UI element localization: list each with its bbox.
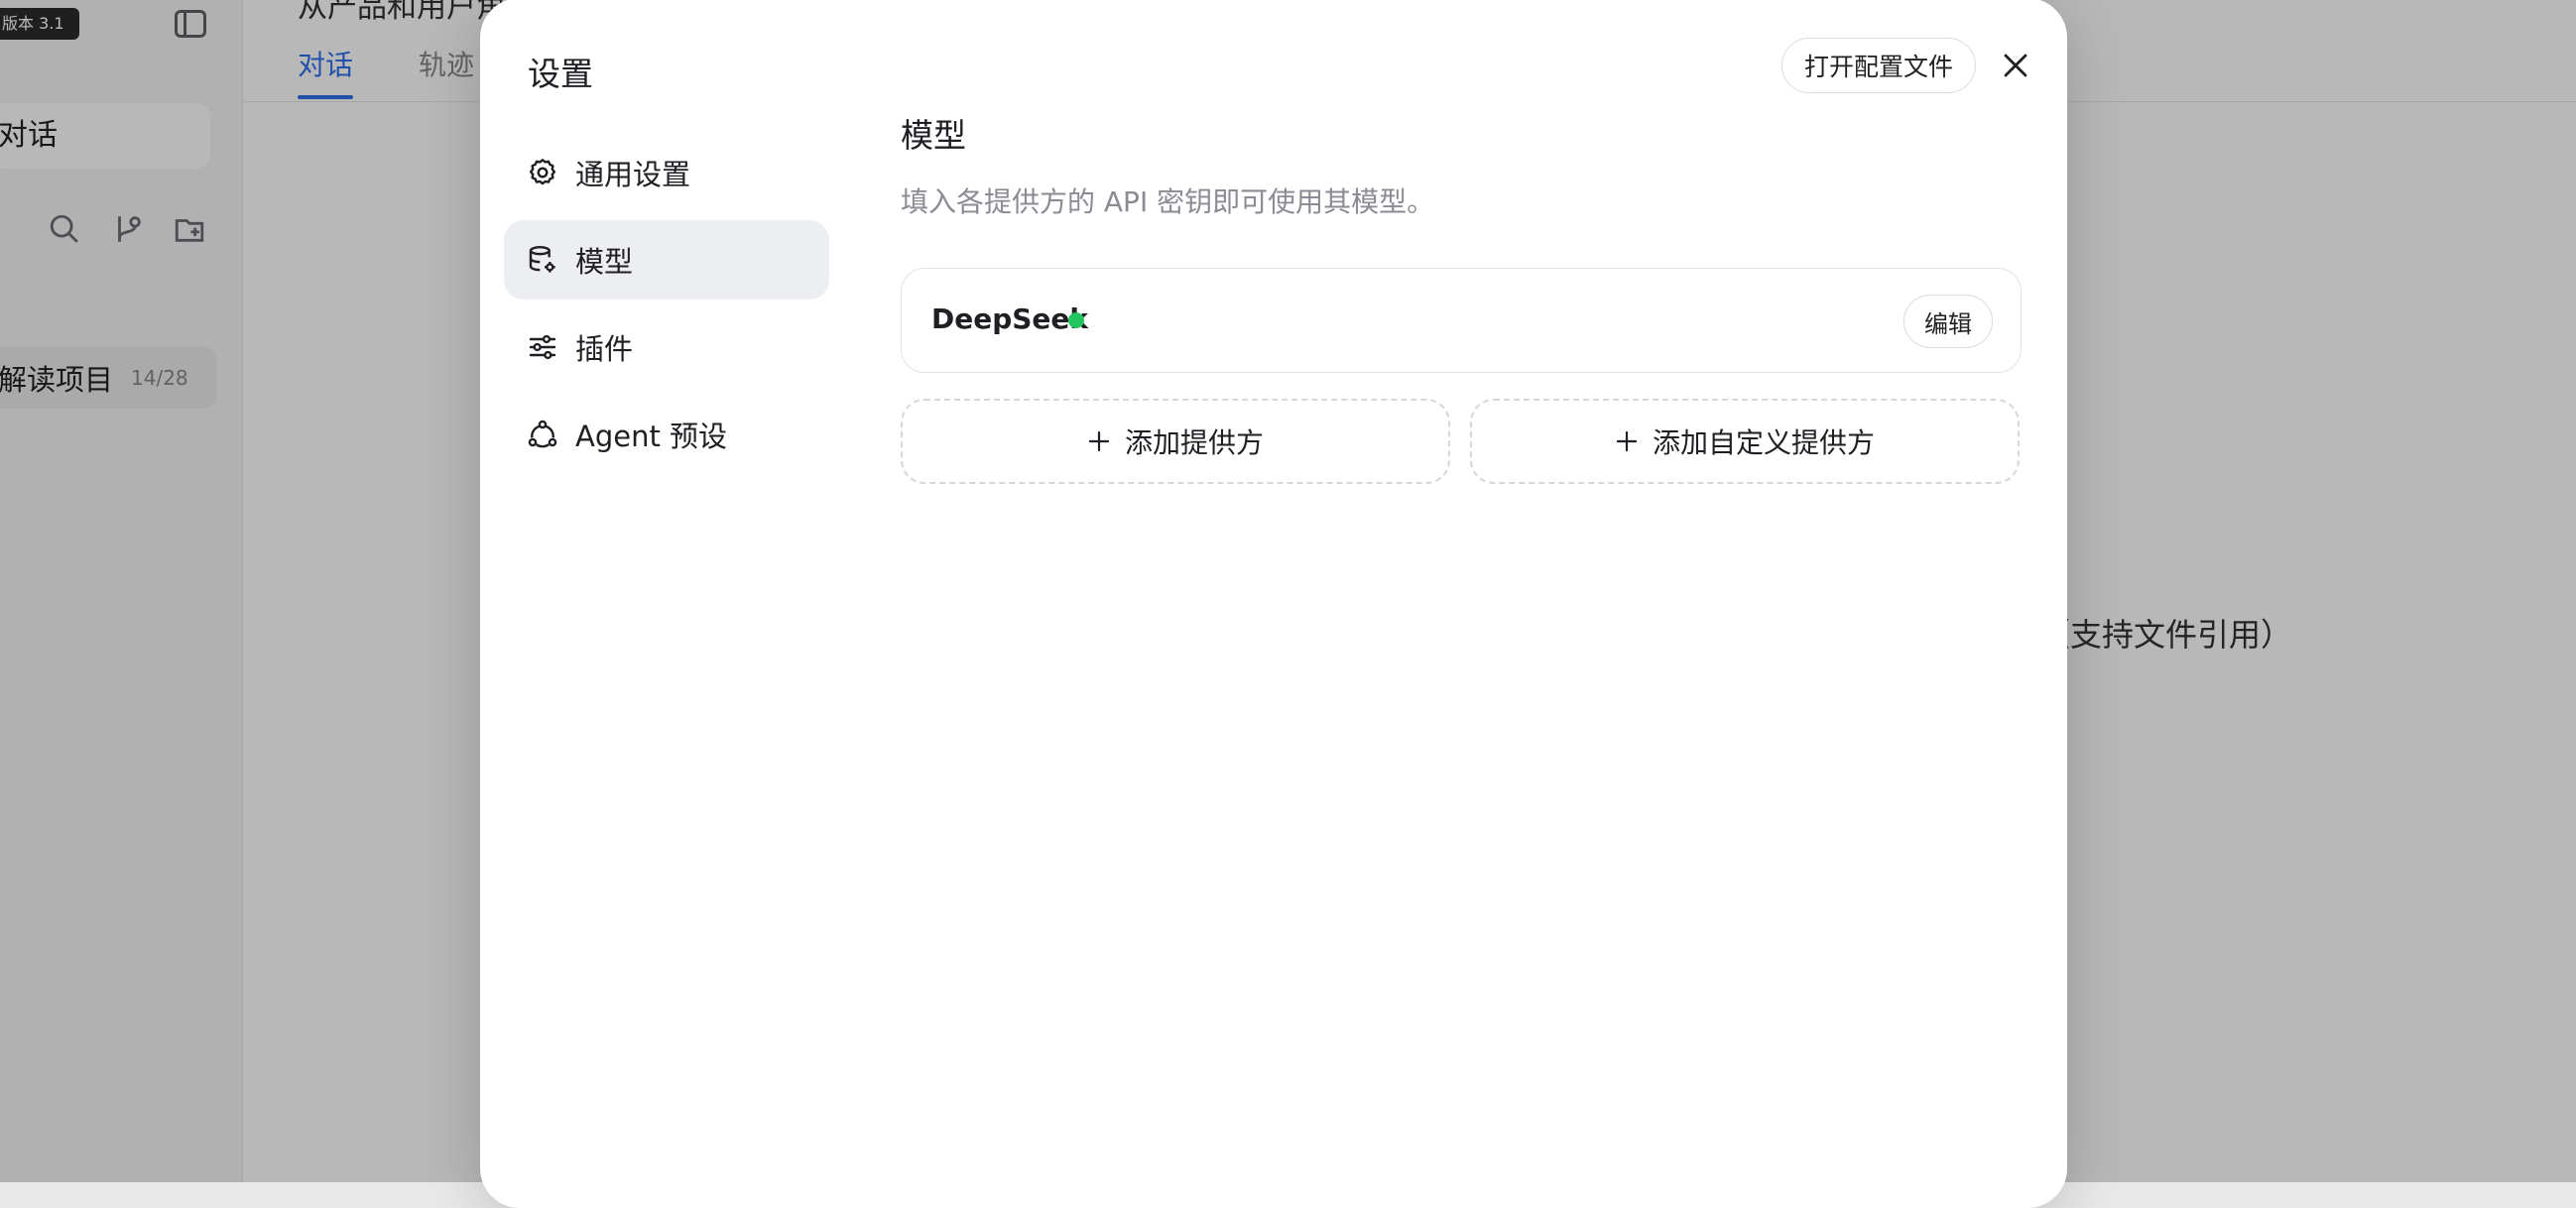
close-icon — [2001, 51, 2030, 80]
add-provider-button[interactable]: 添加提供方 — [901, 399, 1450, 484]
gear-icon — [526, 156, 559, 189]
provider-name: DeepSeek — [931, 302, 1088, 335]
dialog-title: 设置 — [528, 48, 593, 95]
plus-icon — [1087, 429, 1111, 453]
add-provider-label: 添加提供方 — [1125, 422, 1264, 461]
section-description: 填入各提供方的 API 密钥即可使用其模型。 — [901, 181, 1434, 220]
sliders-icon — [526, 330, 559, 364]
close-button[interactable] — [1994, 44, 2037, 87]
status-dot — [1068, 312, 1084, 328]
nav-item-label: 模型 — [575, 239, 633, 281]
add-custom-provider-button[interactable]: 添加自定义提供方 — [1470, 399, 2020, 484]
provider-card: DeepSeek 编辑 — [901, 268, 2022, 373]
agent-nodes-icon — [526, 418, 559, 451]
nav-item-general[interactable]: 通用设置 — [504, 133, 829, 212]
nav-item-models[interactable]: 模型 — [504, 220, 829, 300]
settings-nav: 通用设置 模型 — [504, 133, 829, 482]
nav-item-label: 插件 — [575, 326, 633, 368]
nav-item-plugins[interactable]: 插件 — [504, 307, 829, 387]
edit-provider-button[interactable]: 编辑 — [1903, 295, 1993, 348]
plus-icon — [1615, 429, 1639, 453]
nav-item-label: 通用设置 — [575, 152, 690, 193]
section-title: 模型 — [901, 109, 966, 157]
open-config-button[interactable]: 打开配置文件 — [1781, 38, 1976, 93]
nav-item-label: Agent 预设 — [575, 414, 727, 455]
add-custom-provider-label: 添加自定义提供方 — [1653, 422, 1875, 461]
database-gear-icon — [526, 243, 559, 277]
settings-dialog: 设置 打开配置文件 通用设置 — [480, 0, 2067, 1208]
nav-item-agent-presets[interactable]: Agent 预设 — [504, 395, 829, 474]
